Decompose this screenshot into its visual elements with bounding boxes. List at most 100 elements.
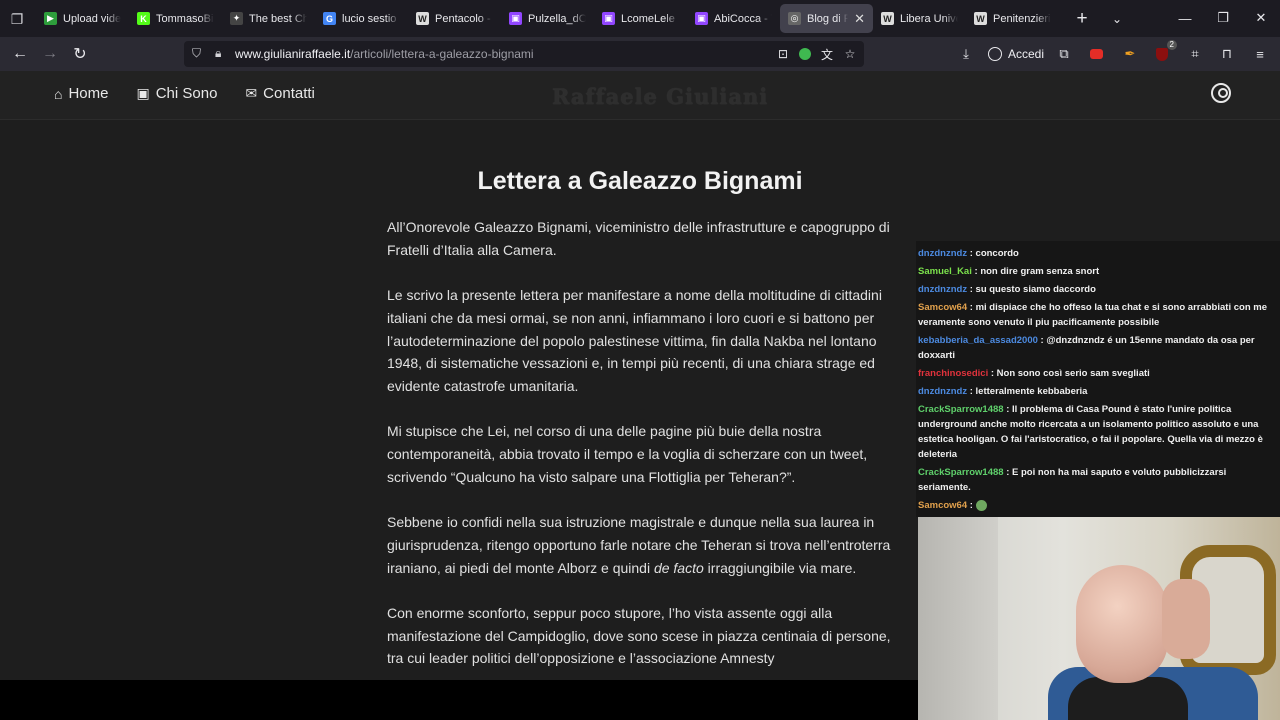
tab-favicon-icon: G (323, 12, 336, 25)
chat-text: Non sono così serio sam svegliati (996, 368, 1150, 379)
download-icon[interactable]: ⤓ (956, 44, 976, 64)
shield-icon[interactable]: ⛉ (192, 46, 201, 61)
lock-icon[interactable]: 🔒︎ (215, 46, 221, 61)
chat-message: dnzdnzndz : concordo (918, 245, 1278, 263)
chat-emote-icon (975, 499, 987, 511)
nav-contatti-link[interactable]: ✉ Contatti (245, 85, 314, 102)
browser-tab[interactable]: W Libera Univer (873, 4, 966, 33)
browser-tab[interactable]: W Penitenzieria (966, 4, 1059, 33)
tab-label: The best Cha (249, 12, 307, 25)
paragraph-text: irraggiungibile via mare. (703, 559, 857, 576)
browser-tab[interactable]: Glucio sestio (315, 4, 408, 33)
tab-label: lucio sestio (342, 12, 397, 25)
chat-message: Samcow64 : mi dispiace che ho offeso la … (918, 299, 1278, 332)
browser-tab[interactable]: ▣ AbiCocca - Tw (687, 4, 780, 33)
tab-favicon-icon: ▣ (602, 12, 615, 25)
browser-tab[interactable]: ✦ The best Cha (222, 4, 315, 33)
bookmark-star-icon[interactable]: ☆ (842, 46, 858, 62)
chat-text: concordo (975, 248, 1019, 259)
chat-username[interactable]: franchinosedici (918, 368, 988, 379)
address-bar[interactable]: ⛉ 🔒︎ www.giulianiraffaele.it/articoli/le… (184, 41, 864, 67)
chat-separator: : (967, 248, 976, 259)
chat-separator: : (1003, 467, 1013, 478)
browser-tab[interactable]: K TommasoBia (129, 4, 222, 33)
browser-tab[interactable]: ◎ Blog di Raf ✕ (780, 4, 873, 33)
crop-icon[interactable]: ⌗ (1185, 44, 1205, 64)
chat-text: su questo siamo daccordo (975, 284, 1096, 295)
back-icon[interactable]: ← (8, 42, 32, 66)
tab-label: AbiCocca - Tw (714, 12, 772, 25)
browser-tab[interactable]: ▣ Pulzella_dOr (501, 4, 594, 33)
new-tab-icon[interactable]: + (1071, 8, 1093, 30)
tab-list: ▶ Upload video K TommasoBia ✦ The best Cha Glu… (36, 4, 1059, 33)
tab-close-icon[interactable]: ✕ (854, 11, 865, 27)
url-text[interactable]: www.giulianiraffaele.it/articoli/lettera… (235, 47, 534, 61)
chat-username[interactable]: Samcow64 (918, 500, 967, 511)
url-path: /articoli/lettera-a-galeazzo-bignami (350, 47, 534, 61)
tab-label: Pulzella_dOr (528, 12, 586, 25)
tab-favicon-icon: W (974, 12, 987, 25)
chat-message: franchinosedici : Non sono così serio sa… (918, 365, 1278, 383)
nav-home-label: Home (68, 85, 109, 102)
sign-in-button[interactable]: Accedi (988, 42, 1044, 66)
cam-person-hand (1162, 579, 1210, 659)
tab-favicon-icon: W (416, 12, 429, 25)
extension-dot-icon[interactable] (797, 46, 813, 62)
article-paragraph: All’Onorevole Galeazzo Bignami, vicemini… (387, 219, 890, 258)
window-close-icon[interactable]: ✕ (1242, 6, 1280, 30)
chat-username[interactable]: kebabberia_da_assad2000 (918, 335, 1038, 346)
extension-icon[interactable]: ✒ (1120, 44, 1140, 64)
reload-icon[interactable]: ↻ (68, 42, 92, 66)
article-paragraph: Le scrivo la presente lettera per manife… (387, 287, 882, 394)
tab-label: Upload video (63, 12, 121, 25)
nav-chi-sono-link[interactable]: ▣ Chi Sono (136, 85, 217, 102)
stream-chat-overlay: franchinosedici : Scusami non volevo man… (916, 241, 1280, 517)
minimize-icon[interactable]: — (1166, 6, 1204, 30)
user-account-icon[interactable] (1211, 83, 1231, 103)
tab-list-icon[interactable]: ❐ (6, 8, 28, 30)
chat-message: dnzdnzndz : letteralmente kebbaberia (918, 383, 1278, 401)
tab-favicon-icon: W (881, 12, 894, 25)
youtube-extension-icon[interactable] (1086, 44, 1106, 64)
chat-username[interactable]: CrackSparrow1488 (918, 467, 1004, 478)
browser-tab[interactable]: ▶ Upload video (36, 4, 129, 33)
article-paragraph: Sebbene io confidi nella sua istruzione … (387, 511, 893, 579)
chat-separator: : (1003, 404, 1013, 415)
translate-icon[interactable]: 文 (819, 46, 835, 62)
letterbox-bar (0, 680, 918, 720)
browser-tab[interactable]: ▣ LcomeLele (594, 4, 687, 33)
puzzle-lock-icon[interactable]: ⊓ (1217, 44, 1237, 64)
reader-view-icon[interactable]: ⊡ (775, 46, 791, 62)
nav-home-link[interactable]: ⌂ Home (54, 85, 108, 102)
url-host: www.giulianiraffaele.it (235, 47, 351, 61)
browser-tab[interactable]: W Pentacolo - W (408, 4, 501, 33)
cam-person-head (1076, 565, 1168, 683)
site-logo[interactable]: Raffaele Giuliani (552, 84, 768, 109)
chevron-down-icon[interactable]: ⌄ (1106, 8, 1128, 30)
chat-username[interactable]: Samcow64 (918, 302, 967, 313)
chat-message: Samcow64 : (918, 497, 1278, 515)
chat-username[interactable]: Samuel_Kai (918, 266, 972, 277)
chat-username[interactable]: CrackSparrow1488 (918, 404, 1004, 415)
nav-contatti-label: Contatti (263, 85, 315, 102)
chat-username[interactable]: dnzdnzndz (918, 284, 967, 295)
menu-icon[interactable]: ≡ (1250, 44, 1270, 64)
extensions-icon[interactable]: ⧉ (1054, 44, 1074, 64)
ublock-icon[interactable]: 2 (1152, 40, 1177, 64)
tab-favicon-icon: K (137, 12, 150, 25)
nav-chi-sono-label: Chi Sono (155, 85, 218, 102)
chat-separator: : (967, 302, 976, 313)
cam-background-door (918, 517, 998, 720)
restore-icon[interactable]: ❐ (1204, 6, 1242, 30)
tab-strip: ❐ ▶ Upload video K TommasoBia ✦ The best Cha G… (0, 0, 1280, 37)
navigation-toolbar: ← → ↻ ⛉ 🔒︎ www.giulianiraffaele.it/artic… (0, 37, 1280, 71)
chat-username[interactable]: dnzdnzndz (918, 248, 967, 259)
tab-label: Libera Univer (900, 12, 958, 25)
chat-username[interactable]: dnzdnzndz (918, 386, 967, 397)
forward-icon[interactable]: → (38, 42, 62, 66)
tab-label: Penitenzieria (993, 12, 1051, 25)
chat-message: CrackSparrow1488 : Il problema di Casa P… (918, 401, 1278, 464)
chat-message: CrackSparrow1488 : E poi non ha mai sapu… (918, 464, 1278, 497)
tab-label: LcomeLele (621, 12, 675, 25)
article-body: All’Onorevole Galeazzo Bignami, vicemini… (387, 216, 893, 680)
